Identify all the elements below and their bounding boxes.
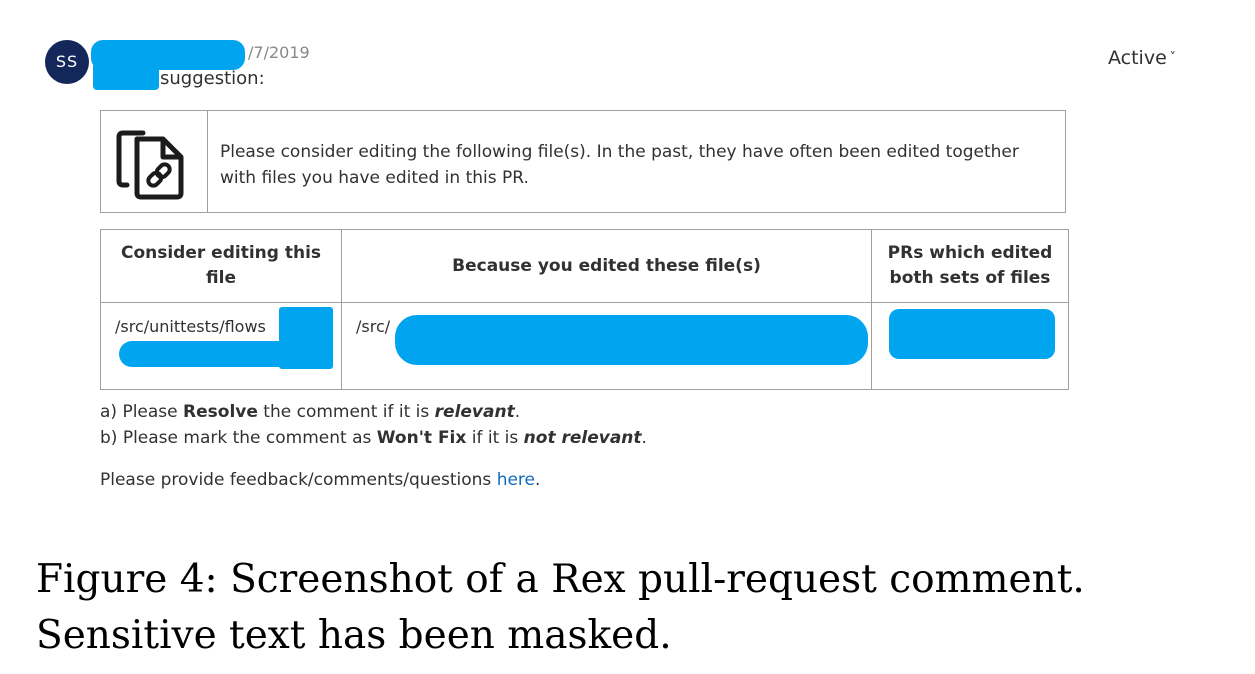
info-icon-cell <box>101 111 208 212</box>
feedback-line: Please provide feedback/comments/questio… <box>100 470 541 490</box>
status-dropdown[interactable]: Active ˅ <box>1108 47 1176 69</box>
instructions: a) Please Resolve the comment if it is r… <box>100 399 647 451</box>
comment-date: /7/2019 <box>248 43 310 62</box>
table-header-row: Consider editing this file Because you e… <box>100 229 1069 303</box>
resolve-keyword: Resolve <box>183 402 258 422</box>
header-consider-editing: Consider editing this file <box>100 229 342 303</box>
header-because-edited: Because you edited these file(s) <box>341 229 872 303</box>
figure-caption: Figure 4: Screenshot of a Rex pull-reque… <box>36 557 1085 658</box>
instruction-wont-fix: b) Please mark the comment as Won't Fix … <box>100 428 647 448</box>
comment-headline: suggestion: <box>160 68 265 89</box>
suggestion-info-box: Please consider editing the following fi… <box>100 110 1066 213</box>
not-relevant-keyword: not relevant <box>523 428 642 448</box>
edited-file-path: /src/ <box>356 317 391 336</box>
headline-mask <box>93 62 159 90</box>
header-prs: PRs which edited both sets of files <box>871 229 1069 303</box>
suggested-file-path: /src/unittests/flows <box>115 317 266 336</box>
linked-files-icon <box>116 130 184 200</box>
cell-suggested-file: /src/unittests/flows <box>100 302 342 390</box>
avatar[interactable]: SS <box>45 40 89 84</box>
wont-fix-keyword: Won't Fix <box>376 428 467 448</box>
prs-mask <box>889 309 1055 359</box>
relevant-keyword: relevant <box>434 402 515 422</box>
info-text: Please consider editing the following fi… <box>220 142 1019 188</box>
cell-prs <box>871 302 1069 390</box>
instruction-resolve: a) Please Resolve the comment if it is r… <box>100 402 521 422</box>
chevron-down-icon: ˅ <box>1169 50 1176 64</box>
cell-edited-files: /src/ <box>341 302 872 390</box>
file-mask-2 <box>119 341 295 367</box>
suggestion-table: Consider editing this file Because you e… <box>100 229 1069 390</box>
feedback-link[interactable]: here <box>497 470 535 490</box>
table-row: /src/unittests/flows /src/ <box>100 302 1069 390</box>
edited-files-mask <box>395 315 868 365</box>
status-label: Active <box>1108 47 1167 69</box>
